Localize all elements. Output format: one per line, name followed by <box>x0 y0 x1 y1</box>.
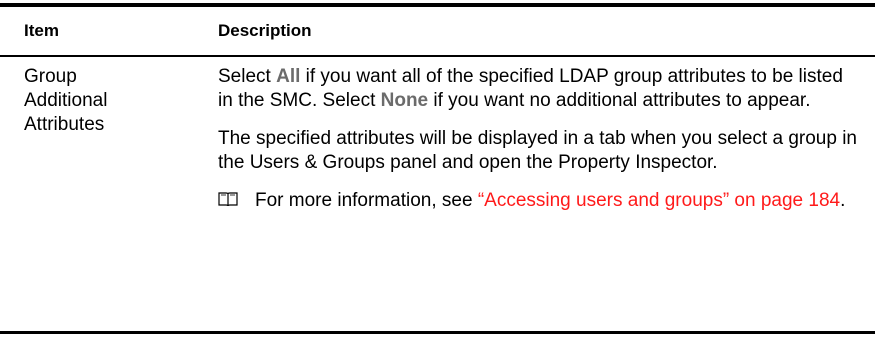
keyword-all: All <box>276 66 301 87</box>
text: Select <box>218 66 277 87</box>
header-rule <box>0 55 875 57</box>
book-icon <box>218 190 238 207</box>
item-line: Additional <box>24 90 108 111</box>
column-header-description: Description <box>218 21 312 40</box>
reference-suffix: . <box>840 190 846 211</box>
table-bottom-rule <box>0 331 875 334</box>
text: if you want no additional attributes to … <box>428 90 811 111</box>
description-paragraph-reference: For more information, see “Accessing use… <box>218 189 858 213</box>
table-top-rule <box>0 3 875 7</box>
reference-prefix: For more information, see <box>255 190 478 211</box>
description-cell: Select All if you want all of the specif… <box>218 65 858 213</box>
keyword-none: None <box>380 90 429 111</box>
cross-reference-link[interactable]: “Accessing users and groups” on page 184 <box>478 190 840 211</box>
column-header-item: Item <box>24 21 59 40</box>
description-paragraph-options: Select All if you want all of the specif… <box>218 65 858 113</box>
item-line: Attributes <box>24 114 105 135</box>
description-paragraph-display: The specified attributes will be display… <box>218 128 857 173</box>
item-cell: Group Additional Attributes <box>24 65 184 137</box>
item-line: Group <box>24 66 77 87</box>
